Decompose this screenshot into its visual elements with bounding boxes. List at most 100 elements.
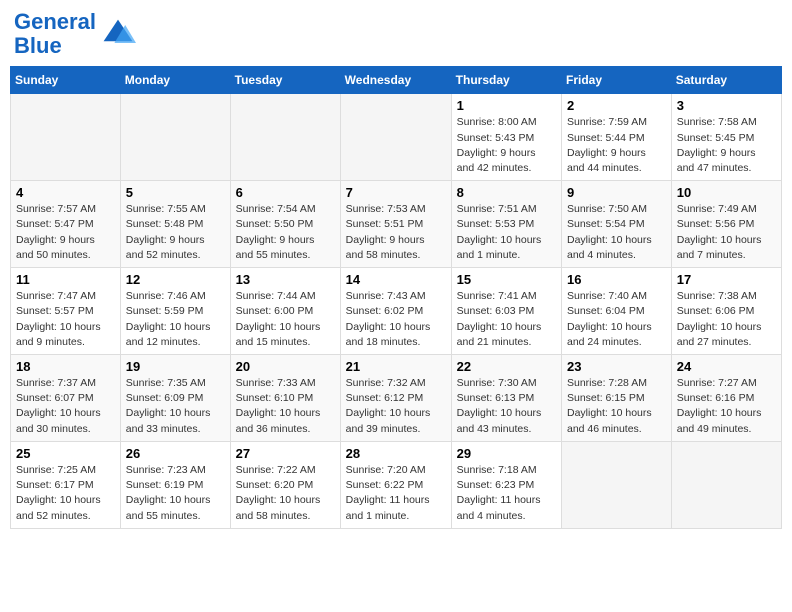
day-number: 17 (677, 272, 776, 287)
day-number: 15 (457, 272, 556, 287)
calendar-cell (120, 94, 230, 181)
calendar-cell: 1 Sunrise: 8:00 AMSunset: 5:43 PMDaylight… (451, 94, 561, 181)
day-info: Sunrise: 7:25 AMSunset: 6:17 PMDaylight:… (16, 463, 115, 524)
logo: General Blue (14, 10, 136, 58)
header-friday: Friday (562, 67, 672, 94)
day-number: 16 (567, 272, 666, 287)
calendar-cell: 21 Sunrise: 7:32 AMSunset: 6:12 PMDayligh… (340, 355, 451, 442)
day-info: Sunrise: 8:00 AMSunset: 5:43 PMDaylight:… (457, 115, 556, 176)
day-number: 9 (567, 185, 666, 200)
day-info: Sunrise: 7:58 AMSunset: 5:45 PMDaylight:… (677, 115, 776, 176)
day-info: Sunrise: 7:57 AMSunset: 5:47 PMDaylight:… (16, 202, 115, 263)
day-number: 27 (236, 446, 335, 461)
calendar-cell: 25 Sunrise: 7:25 AMSunset: 6:17 PMDayligh… (11, 441, 121, 528)
calendar-cell: 16 Sunrise: 7:40 AMSunset: 6:04 PMDayligh… (562, 268, 672, 355)
calendar-cell: 18 Sunrise: 7:37 AMSunset: 6:07 PMDayligh… (11, 355, 121, 442)
calendar-cell: 2Sunrise: 7:59 AMSunset: 5:44 PMDaylight… (562, 94, 672, 181)
day-number: 8 (457, 185, 556, 200)
day-info: Sunrise: 7:53 AMSunset: 5:51 PMDaylight:… (346, 202, 446, 263)
day-number: 1 (457, 98, 556, 113)
day-number: 29 (457, 446, 556, 461)
calendar-cell: 5 Sunrise: 7:55 AMSunset: 5:48 PMDaylight… (120, 181, 230, 268)
day-info: Sunrise: 7:59 AMSunset: 5:44 PMDaylight:… (567, 115, 666, 176)
week-row-4: 18 Sunrise: 7:37 AMSunset: 6:07 PMDayligh… (11, 355, 782, 442)
day-info: Sunrise: 7:46 AMSunset: 5:59 PMDaylight:… (126, 289, 225, 350)
day-info: Sunrise: 7:33 AMSunset: 6:10 PMDaylight:… (236, 376, 335, 437)
day-number: 25 (16, 446, 115, 461)
logo-text: General Blue (14, 10, 96, 58)
day-number: 4 (16, 185, 115, 200)
day-number: 23 (567, 359, 666, 374)
day-info: Sunrise: 7:55 AMSunset: 5:48 PMDaylight:… (126, 202, 225, 263)
calendar-cell: 10 Sunrise: 7:49 AMSunset: 5:56 PMDayligh… (671, 181, 781, 268)
header-wednesday: Wednesday (340, 67, 451, 94)
calendar-cell: 6 Sunrise: 7:54 AMSunset: 5:50 PMDaylight… (230, 181, 340, 268)
day-number: 24 (677, 359, 776, 374)
logo-icon (100, 16, 136, 52)
calendar-cell: 3 Sunrise: 7:58 AMSunset: 5:45 PMDaylight… (671, 94, 781, 181)
calendar-cell: 22 Sunrise: 7:30 AMSunset: 6:13 PMDayligh… (451, 355, 561, 442)
day-number: 22 (457, 359, 556, 374)
calendar-cell: 29 Sunrise: 7:18 AMSunset: 6:23 PMDayligh… (451, 441, 561, 528)
day-info: Sunrise: 7:49 AMSunset: 5:56 PMDaylight:… (677, 202, 776, 263)
calendar-cell: 23 Sunrise: 7:28 AMSunset: 6:15 PMDayligh… (562, 355, 672, 442)
day-number: 7 (346, 185, 446, 200)
weekday-header-row: SundayMondayTuesdayWednesdayThursdayFrid… (11, 67, 782, 94)
day-info: Sunrise: 7:41 AMSunset: 6:03 PMDaylight:… (457, 289, 556, 350)
day-info: Sunrise: 7:47 AMSunset: 5:57 PMDaylight:… (16, 289, 115, 350)
day-number: 6 (236, 185, 335, 200)
calendar-cell: 27 Sunrise: 7:22 AMSunset: 6:20 PMDayligh… (230, 441, 340, 528)
day-info: Sunrise: 7:40 AMSunset: 6:04 PMDaylight:… (567, 289, 666, 350)
calendar-cell: 11 Sunrise: 7:47 AMSunset: 5:57 PMDayligh… (11, 268, 121, 355)
calendar-cell: 14Sunrise: 7:43 AMSunset: 6:02 PMDayligh… (340, 268, 451, 355)
day-info: Sunrise: 7:51 AMSunset: 5:53 PMDaylight:… (457, 202, 556, 263)
day-info: Sunrise: 7:43 AMSunset: 6:02 PMDaylight:… (346, 289, 446, 350)
day-info: Sunrise: 7:23 AMSunset: 6:19 PMDaylight:… (126, 463, 225, 524)
calendar-cell: 13 Sunrise: 7:44 AMSunset: 6:00 PMDayligh… (230, 268, 340, 355)
day-info: Sunrise: 7:50 AMSunset: 5:54 PMDaylight:… (567, 202, 666, 263)
calendar-cell (340, 94, 451, 181)
header-thursday: Thursday (451, 67, 561, 94)
day-number: 11 (16, 272, 115, 287)
calendar-cell: 15 Sunrise: 7:41 AMSunset: 6:03 PMDayligh… (451, 268, 561, 355)
calendar-cell: 26 Sunrise: 7:23 AMSunset: 6:19 PMDayligh… (120, 441, 230, 528)
calendar-cell (671, 441, 781, 528)
day-info: Sunrise: 7:54 AMSunset: 5:50 PMDaylight:… (236, 202, 335, 263)
day-info: Sunrise: 7:18 AMSunset: 6:23 PMDaylight:… (457, 463, 556, 524)
calendar-cell: 12 Sunrise: 7:46 AMSunset: 5:59 PMDayligh… (120, 268, 230, 355)
day-number: 12 (126, 272, 225, 287)
calendar-cell: 7 Sunrise: 7:53 AMSunset: 5:51 PMDaylight… (340, 181, 451, 268)
calendar-cell: 9 Sunrise: 7:50 AMSunset: 5:54 PMDaylight… (562, 181, 672, 268)
header-tuesday: Tuesday (230, 67, 340, 94)
calendar-cell: 4 Sunrise: 7:57 AMSunset: 5:47 PMDaylight… (11, 181, 121, 268)
day-number: 5 (126, 185, 225, 200)
week-row-2: 4 Sunrise: 7:57 AMSunset: 5:47 PMDaylight… (11, 181, 782, 268)
header-saturday: Saturday (671, 67, 781, 94)
week-row-5: 25 Sunrise: 7:25 AMSunset: 6:17 PMDayligh… (11, 441, 782, 528)
week-row-3: 11 Sunrise: 7:47 AMSunset: 5:57 PMDayligh… (11, 268, 782, 355)
page-header: General Blue (10, 10, 782, 58)
day-info: Sunrise: 7:37 AMSunset: 6:07 PMDaylight:… (16, 376, 115, 437)
day-number: 3 (677, 98, 776, 113)
day-info: Sunrise: 7:44 AMSunset: 6:00 PMDaylight:… (236, 289, 335, 350)
day-number: 18 (16, 359, 115, 374)
day-number: 10 (677, 185, 776, 200)
day-info: Sunrise: 7:30 AMSunset: 6:13 PMDaylight:… (457, 376, 556, 437)
calendar-cell: 20Sunrise: 7:33 AMSunset: 6:10 PMDayligh… (230, 355, 340, 442)
day-number: 26 (126, 446, 225, 461)
day-info: Sunrise: 7:35 AMSunset: 6:09 PMDaylight:… (126, 376, 225, 437)
calendar-cell: 24Sunrise: 7:27 AMSunset: 6:16 PMDayligh… (671, 355, 781, 442)
calendar-cell: 28 Sunrise: 7:20 AMSunset: 6:22 PMDayligh… (340, 441, 451, 528)
day-info: Sunrise: 7:32 AMSunset: 6:12 PMDaylight:… (346, 376, 446, 437)
day-info: Sunrise: 7:28 AMSunset: 6:15 PMDaylight:… (567, 376, 666, 437)
day-number: 13 (236, 272, 335, 287)
header-monday: Monday (120, 67, 230, 94)
calendar-cell (562, 441, 672, 528)
day-info: Sunrise: 7:20 AMSunset: 6:22 PMDaylight:… (346, 463, 446, 524)
day-number: 21 (346, 359, 446, 374)
calendar-cell (230, 94, 340, 181)
calendar-cell (11, 94, 121, 181)
calendar-cell: 19Sunrise: 7:35 AMSunset: 6:09 PMDayligh… (120, 355, 230, 442)
day-info: Sunrise: 7:22 AMSunset: 6:20 PMDaylight:… (236, 463, 335, 524)
day-number: 28 (346, 446, 446, 461)
